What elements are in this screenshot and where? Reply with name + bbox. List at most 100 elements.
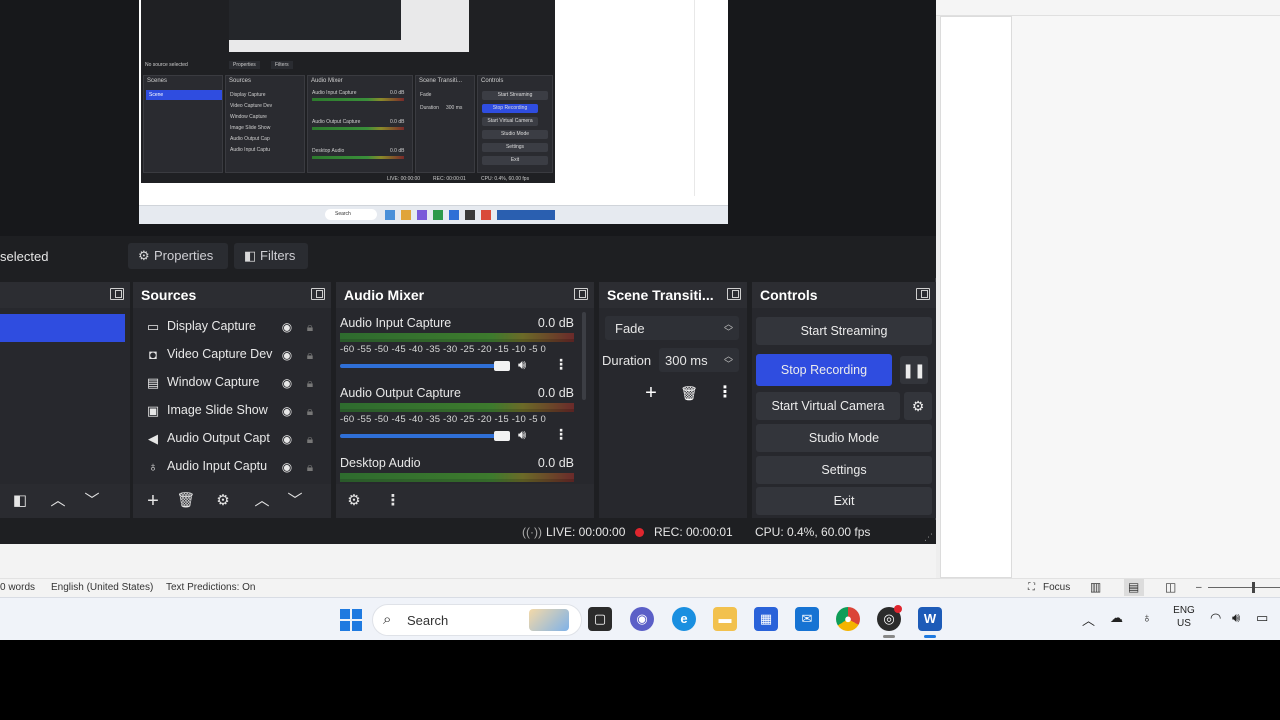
eye-icon[interactable]: ◉ xyxy=(279,431,295,447)
eye-icon[interactable]: ◉ xyxy=(279,459,295,475)
slideshow-icon: ▣ xyxy=(146,403,160,418)
volume-slider[interactable] xyxy=(340,434,510,438)
transition-select[interactable]: Fade ︿ ﹀ xyxy=(605,316,739,340)
dock-float-icon[interactable] xyxy=(311,288,325,300)
add-transition-icon[interactable]: + xyxy=(637,382,665,404)
lock-icon[interactable]: 🔒︎ xyxy=(303,403,317,419)
lock-icon[interactable]: 🔒︎ xyxy=(303,375,317,391)
focus-icon[interactable]: ⛶ xyxy=(1028,582,1035,593)
more-options-icon[interactable]: ⋮ xyxy=(554,426,568,443)
file-explorer-icon[interactable]: ▬ xyxy=(713,607,737,631)
move-up-icon[interactable]: ︿ xyxy=(250,491,274,511)
dock-float-icon[interactable] xyxy=(727,288,741,300)
volume-meter-peak xyxy=(340,339,574,342)
teams-chat-icon[interactable]: ◉ xyxy=(630,607,654,631)
taskbar-search-box[interactable]: ⌕ Search xyxy=(372,604,582,636)
word-icon[interactable]: W xyxy=(918,607,942,631)
dock-float-icon[interactable] xyxy=(916,288,930,300)
eye-icon[interactable]: ◉ xyxy=(279,403,295,419)
properties-button[interactable]: ⚙ Properties xyxy=(128,243,228,269)
eye-icon[interactable]: ◉ xyxy=(279,375,295,391)
task-view-icon[interactable]: ▢ xyxy=(588,607,612,631)
source-item[interactable]: ▭ Display Capture ◉ 🔒︎ xyxy=(141,314,323,340)
zoom-slider[interactable] xyxy=(1208,587,1280,588)
move-up-icon[interactable]: ︿ xyxy=(46,491,70,511)
move-down-icon[interactable]: ﹀ xyxy=(80,491,104,511)
duration-label: Duration xyxy=(602,353,652,368)
language-status[interactable]: English (United States) xyxy=(51,582,153,593)
eye-icon[interactable]: ◉ xyxy=(279,347,295,363)
lock-icon[interactable]: 🔒︎ xyxy=(303,319,317,335)
lock-icon[interactable]: 🔒︎ xyxy=(303,347,317,363)
microsoft-store-icon[interactable]: ▦ xyxy=(754,607,778,631)
edge-icon[interactable]: e xyxy=(672,607,696,631)
zoom-slider-handle[interactable] xyxy=(1252,582,1255,593)
preview-area[interactable]: No source selected Properties Filters Sc… xyxy=(0,0,936,236)
focus-button[interactable]: Focus xyxy=(1043,582,1070,593)
source-item[interactable]: ▤ Window Capture ◉ 🔒︎ xyxy=(141,370,323,396)
print-layout-icon[interactable]: ▤ xyxy=(1128,580,1139,594)
sources-dock: Sources ▭ Display Capture ◉ 🔒︎ ◘ Video C… xyxy=(133,282,331,518)
source-item[interactable]: ◀︎ Audio Output Capt ◉ 🔒︎ xyxy=(141,426,323,452)
lock-icon[interactable]: 🔒︎ xyxy=(303,431,317,447)
dock-float-icon[interactable] xyxy=(574,288,588,300)
trash-icon[interactable]: 🗑︎ xyxy=(675,382,703,404)
more-options-icon[interactable]: ⋮ xyxy=(554,356,568,373)
trash-icon[interactable]: 🗑︎ xyxy=(174,491,198,511)
advanced-audio-icon[interactable]: ⚙ xyxy=(342,491,366,511)
microphone-icon[interactable]: ♁ xyxy=(1142,610,1152,625)
gear-icon: ⚙ xyxy=(138,248,150,263)
more-options-icon[interactable]: ⋮ xyxy=(381,491,405,511)
more-options-icon[interactable]: ⋮ xyxy=(711,382,739,404)
exit-button[interactable]: Exit xyxy=(756,487,932,515)
zoom-out-icon[interactable]: – xyxy=(1196,582,1202,593)
lock-icon[interactable]: 🔒︎ xyxy=(303,459,317,475)
move-down-icon[interactable]: ﹀ xyxy=(283,491,307,511)
web-layout-icon[interactable]: ◫ xyxy=(1165,580,1176,594)
virtual-camera-settings-icon[interactable]: ⚙ xyxy=(904,392,932,420)
volume-slider-handle[interactable] xyxy=(494,361,510,371)
audio-mixer-dock: Audio Mixer Audio Input Capture 0.0 dB -… xyxy=(336,282,594,518)
filters-button[interactable]: ◧ Filters xyxy=(234,243,308,269)
start-virtual-camera-button[interactable]: Start Virtual Camera xyxy=(756,392,900,420)
source-item[interactable]: ♁ Audio Input Captu ◉ 🔒︎ xyxy=(141,454,323,480)
onedrive-icon[interactable]: ☁ xyxy=(1110,610,1123,626)
word-page[interactable] xyxy=(940,16,1012,578)
obs-status-bar: ((·)) LIVE: 00:00:00 REC: 00:00:01 CPU: … xyxy=(0,520,936,544)
language-indicator[interactable]: ENG US xyxy=(1172,604,1196,630)
windows-start-icon[interactable] xyxy=(340,609,362,631)
read-mode-icon[interactable]: ▥ xyxy=(1090,580,1101,594)
wifi-icon[interactable]: ◠ xyxy=(1210,610,1221,626)
volume-slider-handle[interactable] xyxy=(494,431,510,441)
mixer-scrollbar[interactable] xyxy=(582,312,586,400)
studio-mode-button[interactable]: Studio Mode xyxy=(756,424,932,452)
meter-scale: -60 -55 -50 -45 -40 -35 -30 -25 -20 -15 … xyxy=(340,344,547,355)
resize-grip-icon[interactable]: ⋰ xyxy=(924,532,933,543)
volume-slider[interactable] xyxy=(340,364,510,368)
gear-icon[interactable]: ⚙ xyxy=(211,491,235,511)
preview-canvas[interactable]: No source selected Properties Filters Sc… xyxy=(139,0,728,224)
mail-icon[interactable]: ✉ xyxy=(795,607,819,631)
start-streaming-button[interactable]: Start Streaming xyxy=(756,317,932,345)
show-hidden-icons[interactable]: ︿ xyxy=(1082,610,1095,629)
duration-spinbox[interactable]: 300 ms ︿ ﹀ xyxy=(659,348,739,372)
battery-icon[interactable]: ▭ xyxy=(1256,610,1268,626)
speaker-icon[interactable]: 🔊︎ xyxy=(518,357,526,373)
add-source-icon[interactable]: + xyxy=(141,491,165,511)
dock-float-icon[interactable] xyxy=(110,288,124,300)
word-count[interactable]: 0 words xyxy=(0,582,35,593)
stop-recording-button[interactable]: Stop Recording xyxy=(756,354,892,386)
preview-start-streaming: Start Streaming xyxy=(482,91,548,100)
spin-arrows-icon[interactable]: ︿ ﹀ xyxy=(724,352,733,369)
settings-button[interactable]: Settings xyxy=(756,456,932,484)
text-predictions-status[interactable]: Text Predictions: On xyxy=(166,582,255,593)
scene-list-item-selected[interactable] xyxy=(0,314,125,342)
scene-filters-icon[interactable]: ◧ xyxy=(8,491,32,511)
source-item[interactable]: ▣ Image Slide Show ◉ 🔒︎ xyxy=(141,398,323,424)
volume-icon[interactable]: 🔊︎ xyxy=(1232,610,1240,626)
chrome-icon[interactable]: ● xyxy=(836,607,860,631)
speaker-icon[interactable]: 🔊︎ xyxy=(518,427,526,443)
source-item[interactable]: ◘ Video Capture Dev ◉ 🔒︎ xyxy=(141,342,323,368)
pause-recording-icon[interactable]: ❚❚ xyxy=(900,356,928,384)
eye-icon[interactable]: ◉ xyxy=(279,319,295,335)
